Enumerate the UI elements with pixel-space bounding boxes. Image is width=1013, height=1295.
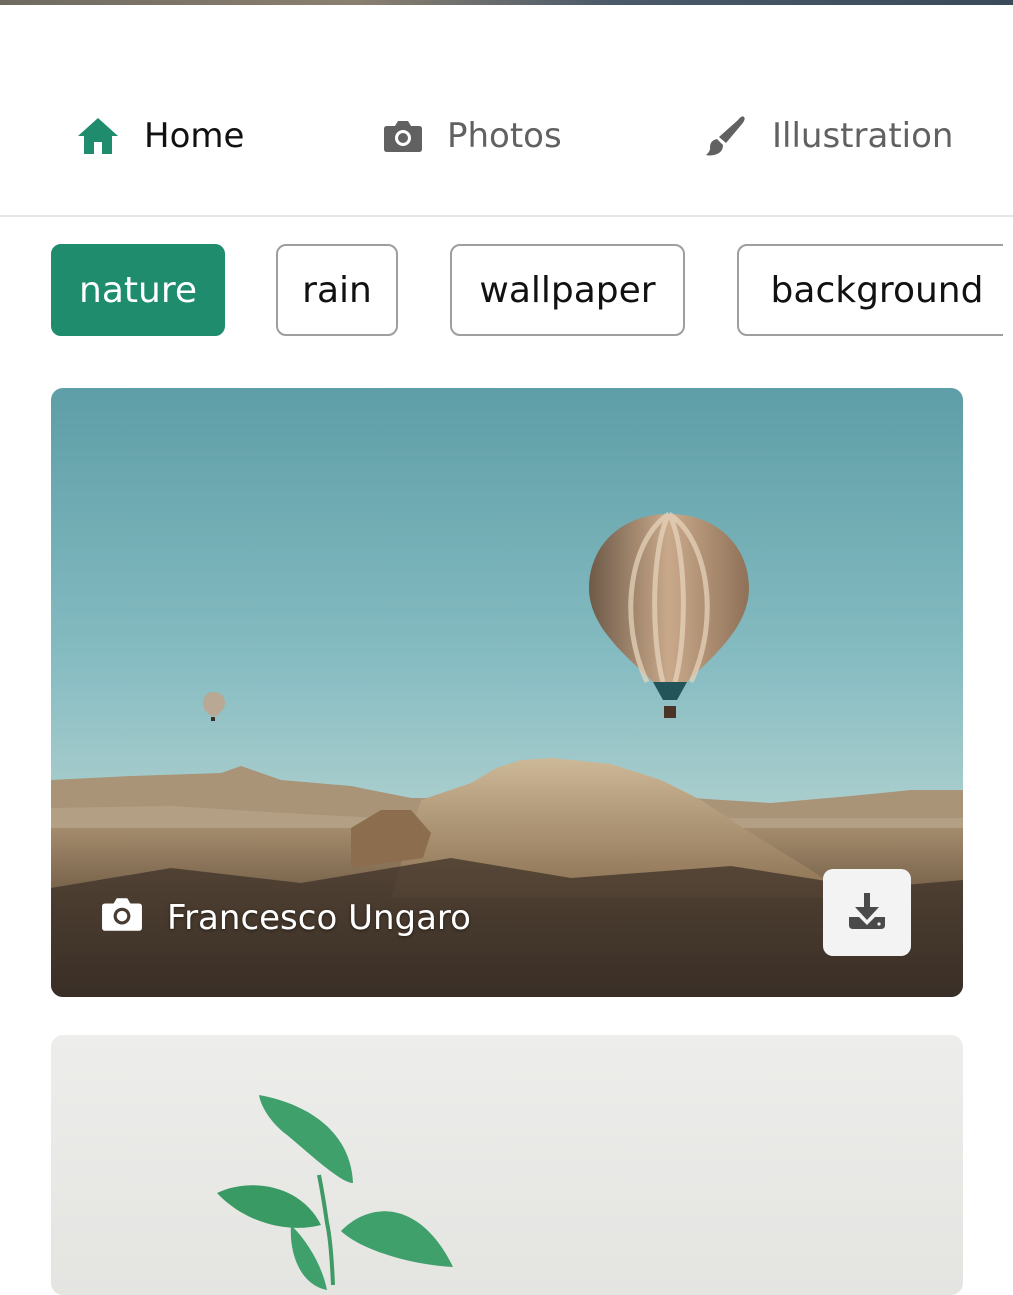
download-icon (845, 891, 889, 935)
tab-home-label: Home (144, 116, 245, 156)
category-nav: Home Photos Illustration (0, 80, 1013, 192)
photo-card[interactable]: Francesco Ungaro (51, 388, 963, 997)
tab-illustration[interactable]: Illustration (704, 80, 953, 192)
tag-chip-label: rain (302, 269, 372, 311)
brush-icon (704, 115, 746, 157)
nav-divider (0, 215, 1013, 217)
home-icon (76, 116, 120, 156)
photo-image (217, 1095, 453, 1290)
photo-credit[interactable]: Francesco Ungaro (101, 893, 471, 943)
tab-home[interactable]: Home (76, 80, 244, 192)
tag-chip-wallpaper[interactable]: wallpaper (450, 244, 685, 336)
tag-chip-label: background (770, 269, 984, 311)
camera-icon (101, 896, 143, 941)
tag-chip-rain[interactable]: rain (276, 244, 398, 336)
photo-author: Francesco Ungaro (167, 898, 471, 938)
photo-card[interactable] (51, 1035, 963, 1295)
tag-chip-nature[interactable]: nature (51, 244, 225, 336)
top-image-strip (0, 0, 1013, 5)
tag-chip-label: wallpaper (479, 269, 656, 311)
tag-chip-label: nature (79, 269, 197, 311)
tag-chips: nature rain wallpaper background (0, 243, 1003, 340)
camera-icon (383, 119, 423, 153)
category-nav-scroller[interactable]: Home Photos Illustration (0, 80, 963, 192)
download-button[interactable] (823, 869, 911, 956)
tab-photos[interactable]: Photos (383, 80, 562, 192)
tag-chip-background[interactable]: background (737, 244, 1003, 336)
tab-photos-label: Photos (447, 116, 562, 156)
tab-illustration-label: Illustration (772, 116, 954, 156)
